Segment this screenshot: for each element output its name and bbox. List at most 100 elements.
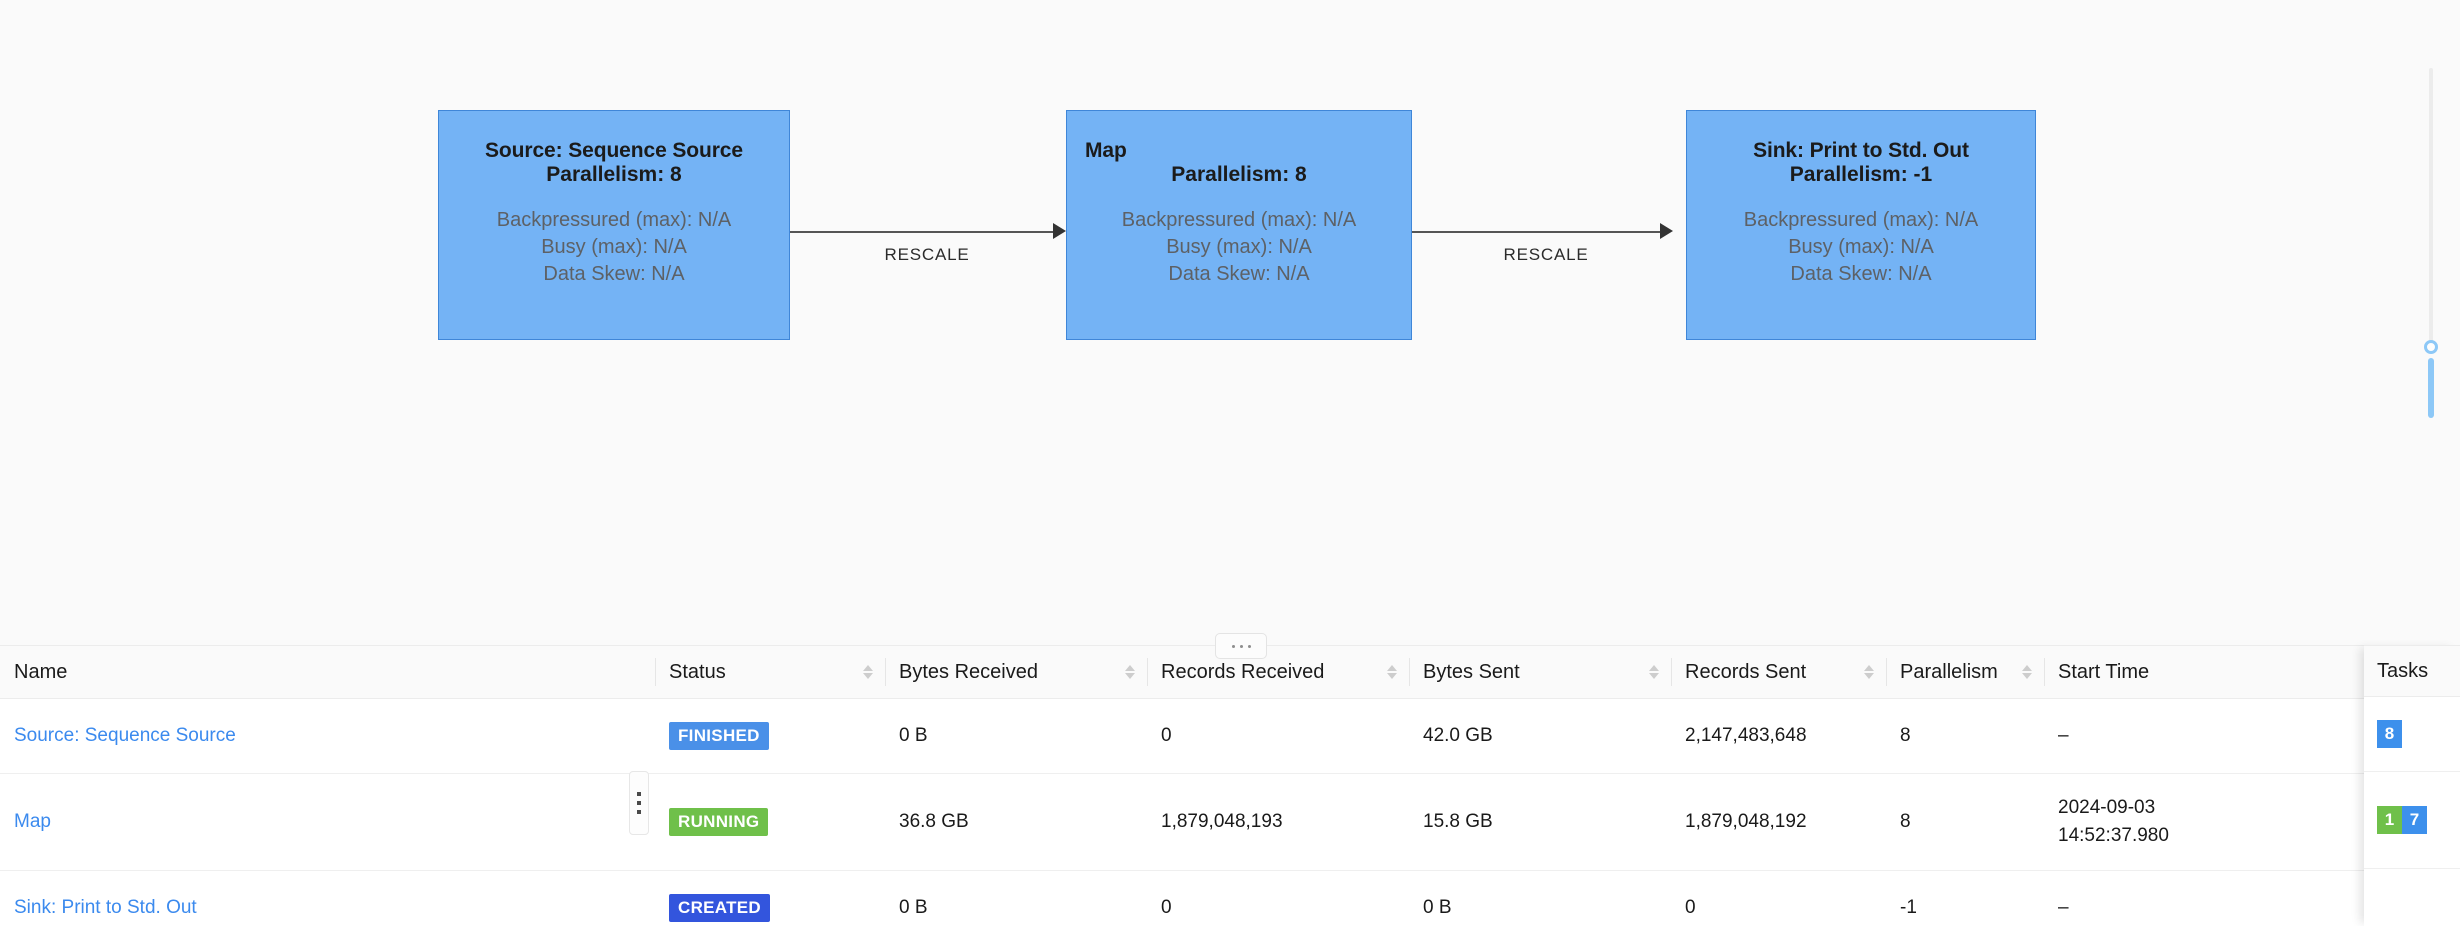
column-header-tasks[interactable]: Tasks — [2364, 645, 2460, 697]
cell-records-sent: 2,147,483,648 — [1671, 699, 1886, 774]
cell-records-received: 0 — [1147, 699, 1409, 774]
plan-node-data-skew: Data Skew: N/A — [1085, 261, 1393, 288]
column-header-name[interactable]: Name — [0, 646, 655, 699]
cell-parallelism: 8 — [1886, 774, 2044, 871]
splitter-dot-icon — [1232, 645, 1235, 648]
plan-node-parallelism: Parallelism: 8 — [457, 163, 771, 187]
plan-edge-label-1: RESCALE — [862, 245, 992, 265]
plan-node-data-skew: Data Skew: N/A — [1705, 261, 2017, 288]
task-chip: 1 — [2377, 806, 2402, 834]
column-header-label: Parallelism — [1900, 661, 1998, 684]
pane-splitter-handle[interactable] — [1215, 633, 1267, 659]
column-header-bytes-sent[interactable]: Bytes Sent — [1409, 646, 1671, 699]
splitter-dot-icon — [1248, 645, 1251, 648]
cell-bytes-sent: 15.8 GB — [1409, 774, 1671, 871]
cell-records-sent: 1,879,048,192 — [1671, 774, 1886, 871]
cell-parallelism: 8 — [1886, 699, 2044, 774]
sort-toggle-icon[interactable] — [1125, 665, 1135, 679]
plan-node-data-skew: Data Skew: N/A — [457, 261, 771, 288]
subtasks-table-pane[interactable]: Name Status Bytes Received — [0, 645, 2460, 926]
sort-toggle-icon[interactable] — [2022, 665, 2032, 679]
plan-node-busy: Busy (max): N/A — [1085, 234, 1393, 261]
zoom-slider-knob[interactable] — [2424, 340, 2438, 354]
sort-toggle-icon[interactable] — [863, 665, 873, 679]
plan-node-map[interactable]: Map Parallelism: 8 Backpressured (max): … — [1066, 110, 1412, 340]
plan-node-sink[interactable]: Sink: Print to Std. Out Parallelism: -1 … — [1686, 110, 2036, 340]
plan-edge-line-1 — [790, 231, 1062, 233]
cell-bytes-received: 0 B — [885, 871, 1147, 926]
plan-node-backpressure: Backpressured (max): N/A — [1705, 207, 2017, 234]
column-header-label: Bytes Sent — [1423, 661, 1520, 684]
column-header-records-sent[interactable]: Records Sent — [1671, 646, 1886, 699]
cell-bytes-sent: 42.0 GB — [1409, 699, 1671, 774]
graph-zoom-slider[interactable] — [2424, 68, 2438, 408]
column-header-label: Name — [14, 661, 67, 684]
plan-edge-arrow-2 — [1660, 223, 1673, 239]
subtask-name-link[interactable]: Sink: Print to Std. Out — [14, 897, 197, 918]
tasks-cell: 1 7 — [2364, 772, 2460, 869]
tasks-sticky-column: Tasks 8 1 7 — [2364, 645, 2460, 926]
tasks-cell — [2364, 869, 2460, 926]
cell-bytes-received: 0 B — [885, 699, 1147, 774]
plan-edge-line-2 — [1412, 231, 1669, 233]
cell-records-sent: 0 — [1671, 871, 1886, 926]
name-column-resize-handle[interactable] — [629, 771, 649, 835]
plan-node-title: Sink: Print to Std. Out — [1705, 139, 2017, 163]
zoom-slider-fill — [2428, 358, 2434, 418]
table-row[interactable]: Sink: Print to Std. Out CREATED 0 B 0 0 … — [0, 871, 2460, 926]
cell-bytes-sent: 0 B — [1409, 871, 1671, 926]
column-header-status[interactable]: Status — [655, 646, 885, 699]
status-badge: RUNNING — [669, 808, 768, 836]
plan-edge-arrow-1 — [1053, 223, 1066, 239]
table-row[interactable]: Source: Sequence Source FINISHED 0 B 0 4… — [0, 699, 2460, 774]
resize-dot-icon — [637, 810, 641, 814]
zoom-slider-track[interactable] — [2429, 68, 2433, 350]
splitter-dot-icon — [1240, 645, 1243, 648]
plan-node-parallelism: Parallelism: -1 — [1705, 163, 2017, 187]
column-header-label: Records Received — [1161, 661, 1324, 684]
plan-node-busy: Busy (max): N/A — [1705, 234, 2017, 261]
column-header-label: Status — [669, 661, 726, 684]
sort-toggle-icon[interactable] — [1387, 665, 1397, 679]
column-header-records-received[interactable]: Records Received — [1147, 646, 1409, 699]
resize-dot-icon — [637, 801, 641, 805]
column-header-parallelism[interactable]: Parallelism — [1886, 646, 2044, 699]
column-header-bytes-received[interactable]: Bytes Received — [885, 646, 1147, 699]
plan-edge-label-2: RESCALE — [1481, 245, 1611, 265]
status-badge: CREATED — [669, 894, 770, 922]
plan-node-parallelism: Parallelism: 8 — [1085, 163, 1393, 187]
cell-name[interactable]: Source: Sequence Source — [0, 699, 655, 774]
column-header-label: Tasks — [2377, 660, 2428, 683]
sort-toggle-icon[interactable] — [1649, 665, 1659, 679]
job-plan-graph[interactable]: Source: Sequence Source Parallelism: 8 B… — [0, 0, 2460, 630]
subtask-name-link[interactable]: Map — [14, 811, 51, 832]
cell-status: CREATED — [655, 871, 885, 926]
plan-node-backpressure: Backpressured (max): N/A — [1085, 207, 1393, 234]
column-header-label: Start Time — [2058, 661, 2149, 684]
task-chip: 7 — [2402, 806, 2427, 834]
column-header-label: Bytes Received — [899, 661, 1038, 684]
plan-node-backpressure: Backpressured (max): N/A — [457, 207, 771, 234]
sort-toggle-icon[interactable] — [1864, 665, 1874, 679]
tasks-cell: 8 — [2364, 697, 2460, 772]
cell-records-received: 0 — [1147, 871, 1409, 926]
cell-bytes-received: 36.8 GB — [885, 774, 1147, 871]
plan-node-busy: Busy (max): N/A — [457, 234, 771, 261]
cell-records-received: 1,879,048,193 — [1147, 774, 1409, 871]
plan-node-metrics: Backpressured (max): N/A Busy (max): N/A… — [1705, 207, 2017, 288]
job-detail-page: Source: Sequence Source Parallelism: 8 B… — [0, 0, 2460, 926]
subtask-name-link[interactable]: Source: Sequence Source — [14, 725, 236, 746]
task-chip: 8 — [2377, 720, 2402, 748]
status-badge: FINISHED — [669, 722, 769, 750]
cell-status: RUNNING — [655, 774, 885, 871]
cell-name[interactable]: Map — [0, 774, 655, 871]
subtasks-table: Name Status Bytes Received — [0, 645, 2460, 926]
plan-node-metrics: Backpressured (max): N/A Busy (max): N/A… — [457, 207, 771, 288]
plan-node-source[interactable]: Source: Sequence Source Parallelism: 8 B… — [438, 110, 790, 340]
resize-dot-icon — [637, 792, 641, 796]
cell-name[interactable]: Sink: Print to Std. Out — [0, 871, 655, 926]
column-header-label: Records Sent — [1685, 661, 1806, 684]
plan-node-title: Map — [1085, 139, 1393, 163]
table-row[interactable]: Map RUNNING 36.8 GB 1,879,048,193 15.8 G… — [0, 774, 2460, 871]
plan-node-metrics: Backpressured (max): N/A Busy (max): N/A… — [1085, 207, 1393, 288]
